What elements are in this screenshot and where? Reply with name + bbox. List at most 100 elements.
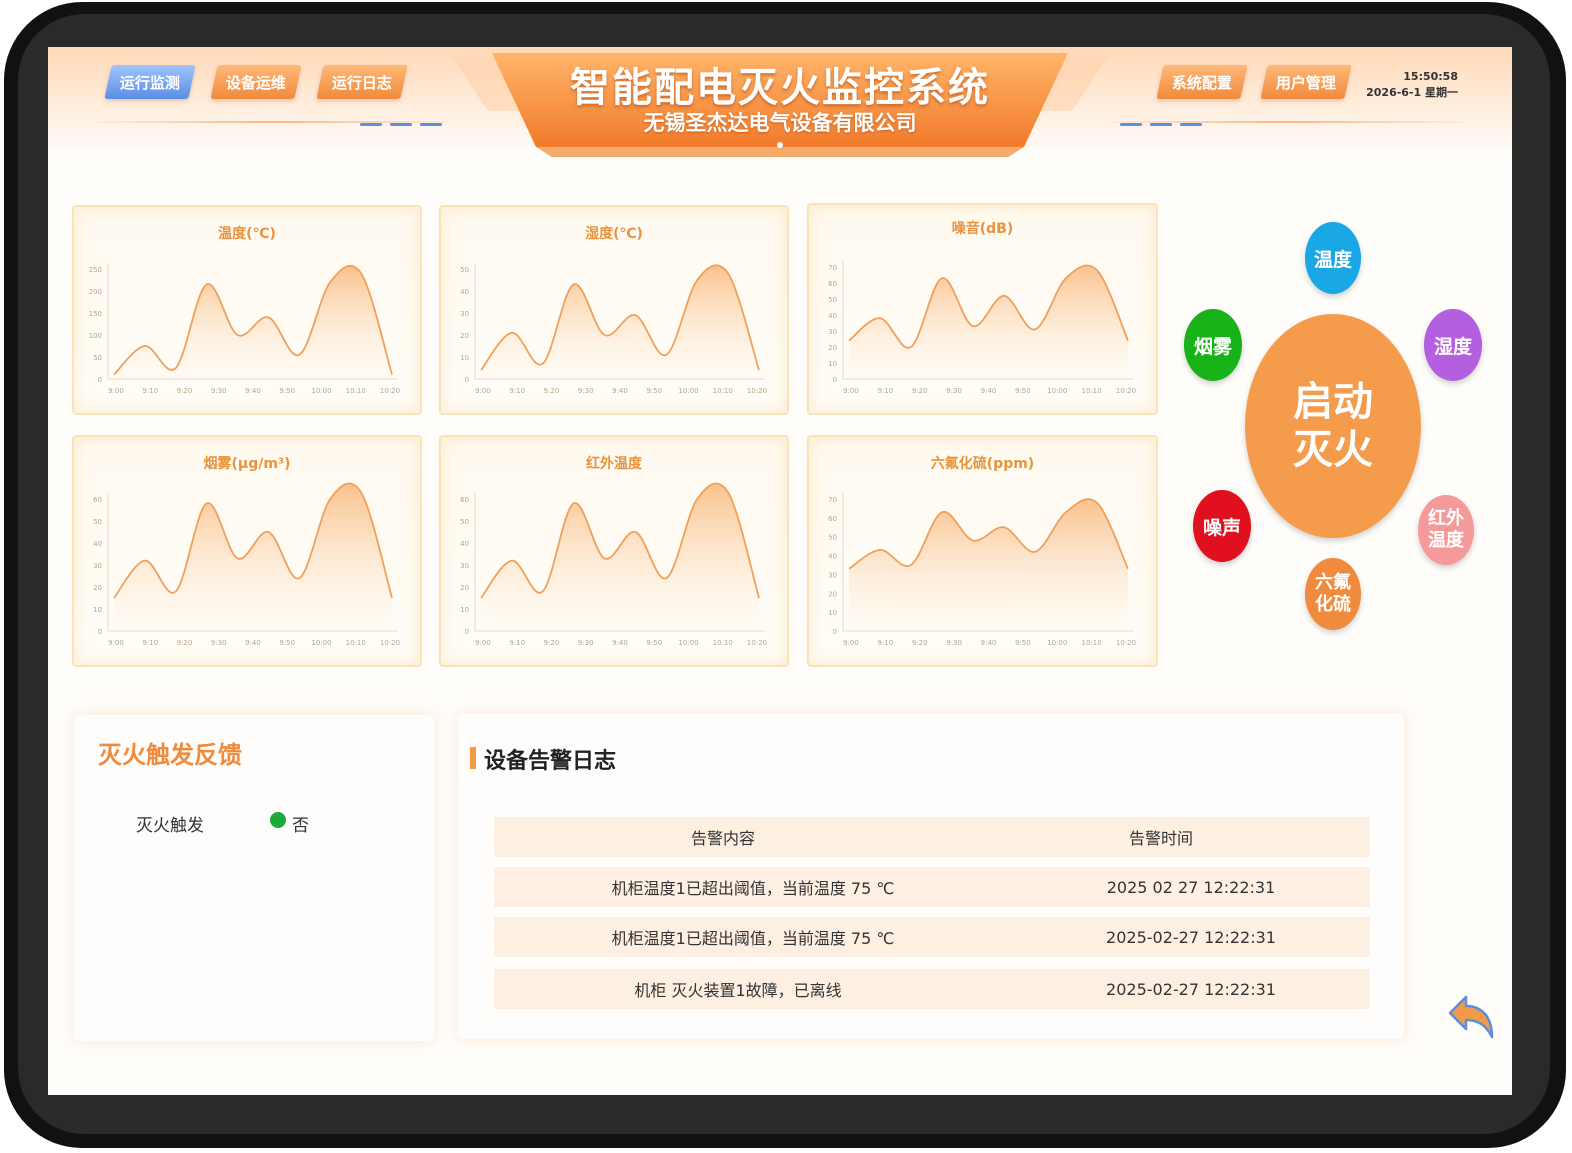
sensor-label: 噪声 [1202, 516, 1241, 539]
x-tick-label: 9:50 [646, 387, 662, 395]
y-tick-label: 60 [93, 496, 102, 504]
x-tick-label: 9:30 [946, 387, 962, 395]
y-tick-label: 50 [460, 518, 469, 526]
chart-card-temperature: 温度(℃) 250 200 150 100 50 0 9:00 9:10 9:20 9:30 9:4… [72, 205, 422, 415]
x-tick-label: 10:00 [1047, 639, 1067, 647]
y-tick-label: 30 [828, 328, 837, 336]
alarm-log-title: 设备告警日志 [484, 749, 617, 774]
screen: 运行监测 设备运维 运行日志 智能配电灭火监控系统 无锡圣杰达电气设备有限公司 … [48, 47, 1512, 1095]
sensor-sf6-button[interactable]: 六氟化硫 [1305, 558, 1361, 630]
x-tick-label: 9:10 [878, 387, 894, 395]
x-tick-label: 10:20 [380, 639, 400, 647]
chart-infrared: 60 50 40 30 20 10 0 9:00 9:10 9:20 9:30 9:40 9:50 10:… [460, 482, 767, 647]
x-tick-label: 9:30 [578, 639, 594, 647]
x-tick-label: 10:00 [311, 387, 331, 395]
feedback-label: 灭火触发 [136, 816, 204, 836]
sensor-label: 烟雾 [1193, 335, 1232, 358]
x-tick-label: 9:50 [279, 387, 295, 395]
nav-label: 用户管理 [1275, 73, 1336, 92]
x-tick-label: 9:40 [612, 639, 628, 647]
nav-label: 系统配置 [1171, 73, 1232, 92]
x-tick-label: 9:20 [544, 387, 560, 395]
page-title: 智能配电灭火监控系统 [570, 65, 990, 111]
y-tick-label: 60 [460, 496, 469, 504]
chart-humidity: 50 40 30 20 10 0 9:00 9:10 9:20 9:30 9:40 9:50 10:00… [460, 263, 767, 395]
y-tick-label: 30 [93, 562, 102, 570]
x-tick-label: 9:30 [946, 639, 962, 647]
y-tick-label: 10 [828, 360, 837, 368]
y-tick-label: 30 [460, 562, 469, 570]
x-tick-label: 9:20 [912, 639, 928, 647]
row-time: 2025-02-27 12:22:31 [1106, 927, 1276, 947]
x-tick-label: 9:40 [245, 387, 261, 395]
x-tick-label: 9:50 [1015, 387, 1031, 395]
alarm-log-panel: 设备告警日志 告警内容 告警时间 机柜温度1已超出阈值，当前温度 75 ℃ 20… [458, 713, 1404, 1039]
sensor-temperature-button[interactable]: 温度 [1305, 222, 1361, 294]
x-tick-label: 9:50 [646, 639, 662, 647]
series-area [114, 483, 392, 631]
y-tick-label: 150 [89, 310, 102, 318]
x-tick-label: 9:40 [981, 639, 997, 647]
x-tick-label: 10:00 [678, 387, 698, 395]
y-tick-label: 20 [93, 584, 102, 592]
y-tick-label: 20 [460, 332, 469, 340]
nav-user-management[interactable]: 用户管理 [1260, 65, 1352, 99]
feedback-value: 否 [292, 816, 309, 836]
chart-card-sf6: 六氟化硫(ppm) 70 60 50 40 30 20 10 0 9:00 9:10 9:20 9:3… [807, 435, 1158, 667]
y-tick-label: 60 [828, 515, 837, 523]
row-content: 机柜温度1已超出阈值，当前温度 75 ℃ [611, 929, 895, 948]
back-arrow-icon[interactable] [1446, 991, 1498, 1043]
chart-card-noise: 噪音(dB) 70 60 50 40 30 20 10 0 9:00 9:10 9:20 9:30 9:… [807, 203, 1158, 415]
series-area [481, 265, 759, 379]
start-button-label: 启动灭火 [1293, 379, 1373, 473]
sensor-label: 红外温度 [1428, 508, 1464, 551]
table-row[interactable]: 机柜温度1已超出阈值，当前温度 75 ℃ 2025-02-27 12:22:31 [494, 917, 1370, 957]
feedback-status-dot [270, 812, 286, 828]
sensor-label: 湿度 [1433, 335, 1472, 358]
x-tick-label: 10:10 [346, 387, 366, 395]
sensor-humidity-button[interactable]: 湿度 [1424, 309, 1482, 381]
chart-noise: 70 60 50 40 30 20 10 0 9:00 9:10 9:20 9:30 9:40 9:50 1… [828, 261, 1136, 395]
y-tick-label: 30 [828, 571, 837, 579]
chart-card-smoke: 烟雾(μg/m³) 60 50 40 30 20 10 0 9:00 9:10 9:20 9:30 9… [72, 435, 422, 667]
x-tick-label: 10:00 [678, 639, 698, 647]
y-tick-label: 10 [460, 354, 469, 362]
y-tick-label: 40 [93, 540, 102, 548]
header-dashes-left [360, 123, 442, 127]
y-tick-label: 0 [833, 376, 837, 384]
header-time: 告警时间 [1128, 829, 1193, 848]
y-tick-label: 0 [833, 628, 837, 636]
x-tick-label: 9:10 [878, 639, 894, 647]
sensor-smoke-button[interactable]: 烟雾 [1184, 309, 1242, 381]
y-tick-label: 0 [98, 376, 102, 384]
header-dashes-right [1120, 123, 1202, 127]
x-tick-label: 9:00 [843, 387, 859, 395]
sensor-infrared-button[interactable]: 红外温度 [1418, 495, 1474, 565]
row-content: 机柜 灭火装置1故障，已离线 [634, 981, 842, 1000]
x-tick-label: 10:20 [380, 387, 400, 395]
start-fire-suppression-button[interactable]: 启动灭火 [1245, 314, 1421, 538]
clock-date: 2026-6-1 星期一 [1366, 86, 1458, 99]
clock-time: 15:50:58 [1403, 70, 1458, 83]
company-name: 无锡圣杰达电气设备有限公司 [643, 111, 917, 135]
nav-run-monitor[interactable]: 运行监测 [104, 65, 196, 99]
y-tick-label: 40 [460, 288, 469, 296]
x-tick-label: 10:10 [713, 387, 733, 395]
y-tick-label: 50 [828, 296, 837, 304]
nav-run-log[interactable]: 运行日志 [316, 65, 408, 99]
nav-device-maintenance[interactable]: 设备运维 [210, 65, 302, 99]
x-tick-label: 9:30 [211, 387, 227, 395]
nav-system-config[interactable]: 系统配置 [1156, 65, 1248, 99]
x-tick-label: 9:10 [142, 387, 158, 395]
chart-temperature: 250 200 150 100 50 0 9:00 9:10 9:20 9:30 9:40 9:50 1… [89, 263, 400, 395]
table-row[interactable]: 机柜温度1已超出阈值，当前温度 75 ℃ 2025 02 27 12:22:31 [494, 867, 1370, 907]
sensor-noise-button[interactable]: 噪声 [1193, 490, 1251, 562]
x-tick-label: 9:50 [279, 639, 295, 647]
x-tick-label: 9:00 [843, 639, 859, 647]
table-row[interactable]: 机柜 灭火装置1故障，已离线 2025-02-27 12:22:31 [494, 969, 1370, 1009]
series-area [114, 265, 392, 379]
y-tick-label: 20 [828, 590, 837, 598]
y-tick-label: 40 [460, 540, 469, 548]
y-tick-label: 50 [828, 534, 837, 542]
sensor-label: 温度 [1313, 248, 1352, 271]
